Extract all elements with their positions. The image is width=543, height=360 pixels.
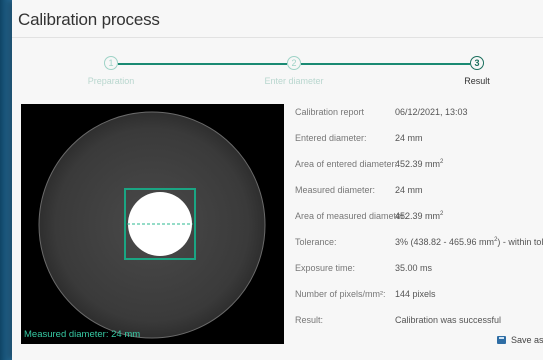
save-icon [497, 336, 506, 344]
step-3-label: Result [464, 76, 490, 86]
step-connector-2 [301, 63, 470, 65]
report-label: Exposure time: [295, 263, 356, 273]
report-label: Area of measured diameter: [295, 211, 407, 221]
report-label: Tolerance: [295, 237, 337, 247]
page-title: Calibration process [18, 10, 160, 29]
camera-view: Measured diameter: 24 mm [21, 104, 284, 344]
report-value: 3% (438.82 - 465.96 mm2) - within tolera… [395, 237, 543, 247]
save-button-label: Save as Pr [511, 335, 543, 345]
step-2-label: Enter diameter [264, 76, 324, 86]
superscript: 2 [440, 211, 444, 217]
calibration-image [38, 111, 266, 339]
report-label: Measured diameter: [295, 185, 376, 195]
report-label: Calibration report [295, 107, 365, 117]
step-3-indicator[interactable]: 3 [470, 56, 484, 70]
report-label: Result: [295, 315, 324, 325]
report-label: Number of pixels/mm²: [295, 289, 386, 299]
save-as-pdf-button[interactable]: Save as Pr [497, 335, 543, 345]
report-label: Area of entered diameter: [295, 159, 398, 169]
superscript: 2 [440, 159, 444, 165]
step-connector-1 [118, 63, 287, 65]
calibration-panel: Calibration process 1 2 3 Preparation En… [12, 0, 543, 360]
report-value: 452.39 mm2 [395, 211, 443, 221]
value-text: 3% (438.82 - 465.96 mm [395, 237, 495, 247]
stepper: 1 2 3 Preparation Enter diameter Result [12, 56, 543, 92]
measured-diameter-label: Measured diameter: 24 mm [24, 329, 141, 340]
step-1-indicator[interactable]: 1 [104, 56, 118, 70]
report-value: 452.39 mm2 [395, 159, 443, 169]
report-value: 144 pixels [395, 289, 436, 299]
report-value: Calibration was successful [395, 315, 502, 325]
report-label: Entered diameter: [295, 133, 367, 143]
window-frame-edge [0, 0, 12, 360]
value-text: 452.39 mm [395, 211, 441, 221]
value-text: ) - within tolerance [497, 237, 543, 247]
report-value: 24 mm [395, 133, 423, 143]
report-value: 24 mm [395, 185, 423, 195]
report-value: 35.00 ms [395, 263, 433, 273]
step-1-label: Preparation [87, 76, 135, 86]
step-2-indicator[interactable]: 2 [287, 56, 301, 70]
header-divider [12, 37, 543, 38]
value-text: 452.39 mm [395, 159, 441, 169]
report-value: 06/12/2021, 13:03 [395, 107, 468, 117]
